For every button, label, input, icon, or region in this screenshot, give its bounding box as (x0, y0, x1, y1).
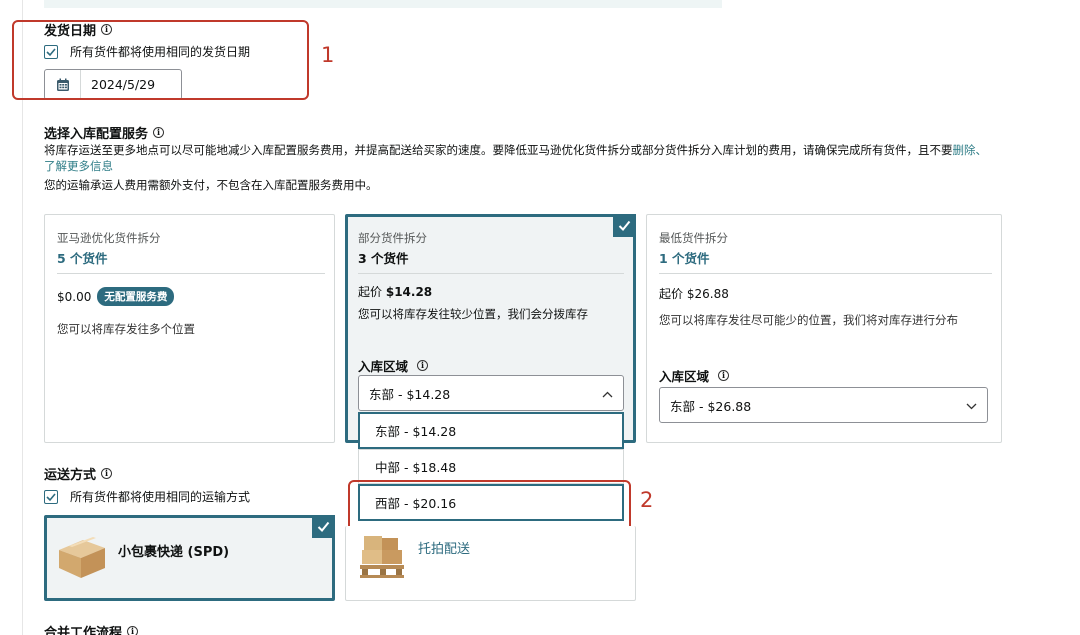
no-fee-badge: 无配置服务费 (97, 287, 175, 306)
region-label: 入库区域 i (358, 356, 429, 375)
option-shipment-count: 5 个货件 (57, 251, 108, 266)
region-label-text: 入库区域 (358, 359, 409, 374)
region-label: 入库区域 i (659, 366, 730, 385)
top-banner-strip (44, 0, 722, 8)
annotation-marker-2: 2 (640, 488, 654, 512)
card-divider (57, 273, 325, 274)
option-price: $14.28 (385, 285, 433, 299)
shipping-title-text: 运送方式 (44, 468, 97, 483)
card-divider (659, 273, 992, 274)
region-option-east[interactable]: 东部 - $14.28 (358, 412, 624, 449)
shipping-method-name: 托拍配送 (418, 542, 471, 557)
merge-workflow-title-text: 合并工作流程 (44, 626, 123, 635)
checkbox-checked-icon[interactable] (44, 489, 58, 504)
placement-title: 选择入库配置服务 i (44, 123, 165, 142)
option-shipment-count: 3 个货件 (358, 251, 409, 266)
shipping-title: 运送方式 i (44, 464, 113, 483)
option-price: $26.88 (686, 287, 729, 301)
placement-title-text: 选择入库配置服务 (44, 127, 149, 142)
carrier-fee-note: 您的运输承运人费用需额外支付，不包含在入库配置服务费用中。 (44, 178, 378, 192)
annotation-box-1 (12, 20, 309, 100)
option-description: 您可以将库存发往尽可能少的位置，我们将对库存进行分布 (659, 313, 958, 327)
placement-option-amazon-optimized[interactable]: 亚马逊优化货件拆分 5 个货件 $0.00 无配置服务费 您可以将库存发往多个位… (44, 214, 335, 443)
info-icon[interactable]: i (417, 360, 429, 371)
placement-description: 将库存运送至更多地点可以尽可能地减少入库配置服务费用，并提高配送给买家的速度。要… (44, 142, 987, 158)
annotation-marker-1: 1 (321, 43, 335, 67)
option-shipment-count: 1 个货件 (659, 251, 710, 266)
option-label: 最低货件拆分 (659, 231, 728, 245)
info-icon[interactable]: i (101, 468, 113, 479)
shipping-method-spd[interactable]: 小包裹快递 (SPD) (44, 515, 335, 601)
selected-check-icon (613, 214, 636, 237)
region-option-central[interactable]: 中部 - $18.48 (358, 449, 624, 484)
option-price-row: 起价 $14.28 (358, 283, 432, 300)
region-option-label: 东部 - $14.28 (375, 424, 457, 439)
option-label: 部分货件拆分 (358, 231, 427, 245)
same-shipping-method-row[interactable]: 所有货件都将使用相同的运输方式 (44, 488, 250, 505)
option-description: 您可以将库存发往多个位置 (57, 322, 195, 336)
option-price-row: 起价 $26.88 (659, 285, 729, 302)
region-label-text: 入库区域 (659, 369, 710, 384)
same-shipping-method-label: 所有货件都将使用相同的运输方式 (70, 490, 251, 504)
merge-workflow-title: 合并工作流程 i (44, 622, 139, 635)
region-select-value: 东部 - $14.28 (369, 386, 451, 402)
placement-option-minimal-split[interactable]: 最低货件拆分 1 个货件 起价 $26.88 您可以将库存发往尽可能少的位置，我… (646, 214, 1002, 443)
price-prefix: 起价 (659, 287, 684, 301)
placement-desc-line1: 将库存运送至更多地点可以尽可能地减少入库配置服务费用，并提高配送给买家的速度。要… (44, 143, 953, 157)
chevron-down-icon (966, 398, 977, 413)
chevron-up-icon (602, 386, 613, 401)
option-price: $0.00 (57, 289, 92, 304)
option-label: 亚马逊优化货件拆分 (57, 231, 161, 245)
region-option-label: 中部 - $18.48 (375, 460, 457, 475)
option-description: 您可以将库存发往较少位置，我们会分拨库存 (358, 307, 588, 321)
region-select-minimal[interactable]: 东部 - $26.88 (659, 387, 988, 423)
region-select-partial[interactable]: 东部 - $14.28 (358, 375, 624, 411)
shipping-method-pallet[interactable]: 托拍配送 (345, 526, 636, 601)
delete-link[interactable]: 删除、 (953, 143, 988, 157)
info-icon[interactable]: i (127, 626, 139, 635)
option-price-row: $0.00 无配置服务费 (57, 287, 175, 306)
box-icon (55, 536, 109, 584)
region-select-value: 东部 - $26.88 (670, 398, 752, 414)
info-icon[interactable]: i (153, 127, 165, 138)
shipping-method-name: 小包裹快递 (SPD) (118, 545, 230, 560)
selected-check-icon (312, 515, 335, 538)
card-divider (358, 273, 624, 274)
learn-more-link[interactable]: 了解更多信息 (44, 158, 113, 174)
price-prefix: 起价 (358, 285, 383, 299)
pallet-icon (358, 532, 408, 584)
info-icon[interactable]: i (718, 370, 730, 381)
